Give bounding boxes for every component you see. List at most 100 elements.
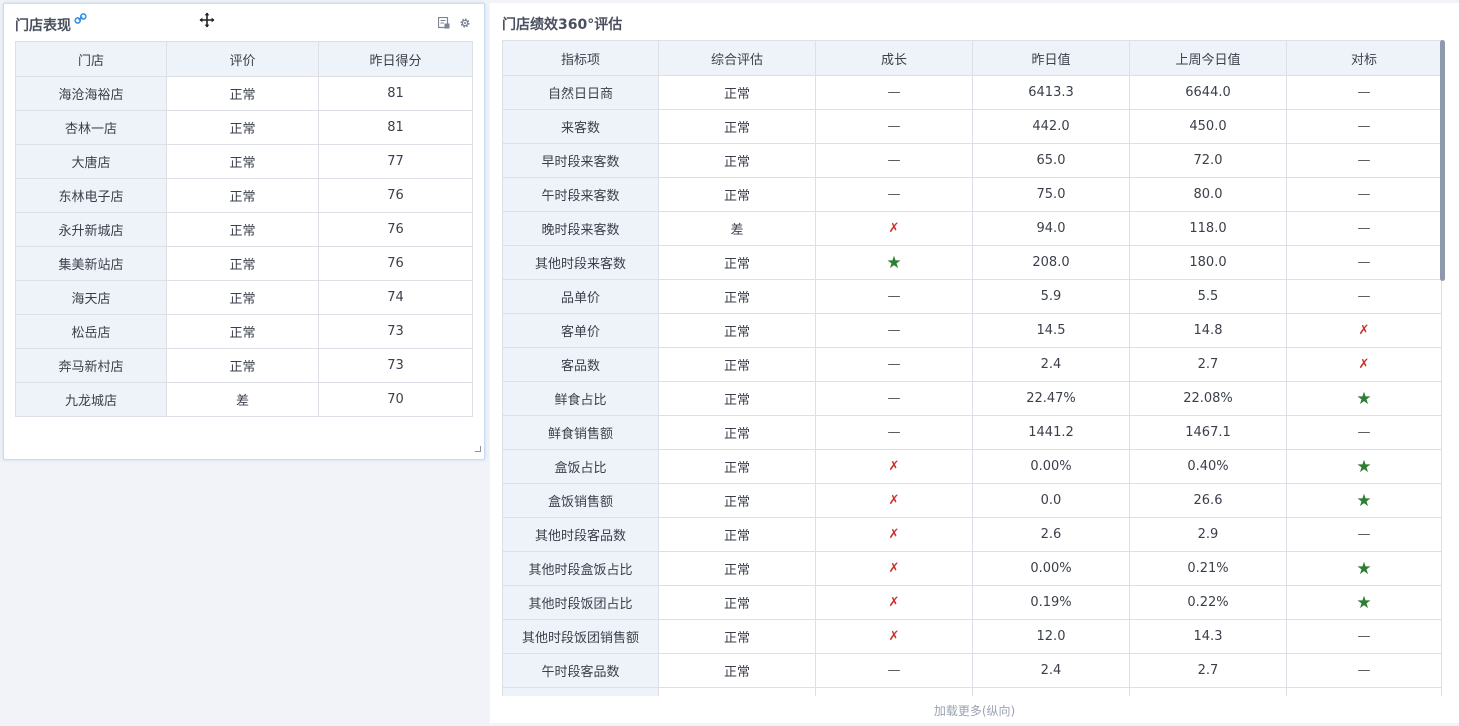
table-cell: ✗ <box>815 449 973 484</box>
table-row[interactable]: 早时段来客数 正常 — 65.0 72.0 — <box>502 143 1442 178</box>
dash-icon: — <box>887 663 901 678</box>
table-cell: 差 <box>166 382 319 417</box>
link-icon[interactable] <box>74 12 87 29</box>
table-row[interactable]: 九龙城店差 70 <box>15 382 473 417</box>
table-cell: ✗ <box>815 483 973 518</box>
table-cell: 72.0 <box>1129 143 1287 178</box>
table-row[interactable]: 客品数 正常 — 2.4 2.7 ✗ <box>502 347 1442 382</box>
table-row[interactable]: 其他时段盒饭占比 正常 ✗ 0.00% 0.21% ★ <box>502 551 1442 586</box>
move-icon[interactable] <box>199 12 215 32</box>
table-cell: ✗ <box>815 517 973 552</box>
table-cell: ✗ <box>1286 313 1442 348</box>
table-cell: 0.22% <box>1129 585 1287 620</box>
column-header[interactable]: 门店 <box>15 41 167 77</box>
export-icon[interactable] <box>437 14 450 33</box>
table-cell: 盒饭销售额 <box>502 483 659 518</box>
resize-icon[interactable] <box>475 437 481 456</box>
table-row[interactable]: 晚时段来客数差 ✗ 94.0 118.0 — <box>502 211 1442 246</box>
vertical-scrollbar[interactable] <box>1440 40 1445 281</box>
table-cell: 94.0 <box>972 211 1130 246</box>
dash-icon: — <box>1357 85 1371 100</box>
table-cell: 午时段来客数 <box>502 177 659 212</box>
table-row[interactable]: 盒饭销售额 正常 ✗ 0.0 26.6 ★ <box>502 483 1442 518</box>
table-cell <box>502 687 659 696</box>
table-cell: — <box>815 177 973 212</box>
table-cell: 客单价 <box>502 313 659 348</box>
dash-icon: — <box>887 323 901 338</box>
table-row[interactable]: 松岳店 正常 73 <box>15 314 473 349</box>
table-cell: 其他时段饭团占比 <box>502 585 659 620</box>
dash-icon: — <box>1357 629 1371 644</box>
table-cell: 正常 <box>658 415 816 450</box>
table-row[interactable]: 杏林一店 正常 81 <box>15 110 473 145</box>
table-cell: 2.9 <box>1129 517 1287 552</box>
table-cell: 14.5 <box>972 313 1130 348</box>
column-header[interactable]: 评价 <box>166 41 319 77</box>
table-row[interactable]: 其他时段饭团占比 正常 ✗ 0.19% 0.22% ★ <box>502 585 1442 620</box>
table-row[interactable]: 来客数 正常 — 442.0 450.0 — <box>502 109 1442 144</box>
table-cell: 集美新站店 <box>15 246 167 281</box>
table-cell: 差 <box>658 211 816 246</box>
store-performance-title: 门店表现 <box>15 18 71 34</box>
table-cell: 442.0 <box>972 109 1130 144</box>
dash-icon: — <box>887 357 901 372</box>
table-cell: 其他时段客品数 <box>502 517 659 552</box>
table-row[interactable]: 大唐店 正常 77 <box>15 144 473 179</box>
cross-icon: ✗ <box>888 493 900 508</box>
table-cell: 22.47% <box>972 381 1130 416</box>
dash-icon: — <box>1357 663 1371 678</box>
column-header[interactable]: 昨日得分 <box>318 41 473 77</box>
table-row[interactable]: 其他时段客品数 正常 ✗ 2.6 2.9 — <box>502 517 1442 552</box>
table-cell: ★ <box>1286 449 1442 484</box>
table-cell: 正常 <box>166 314 319 349</box>
table-row[interactable]: 午时段客品数 正常 — 2.4 2.7 — <box>502 653 1442 688</box>
table-row[interactable]: 盒饭占比 正常 ✗ 0.00% 0.40% ★ <box>502 449 1442 484</box>
table-cell: 2.6 <box>972 517 1130 552</box>
column-header[interactable]: 上周今日值 <box>1129 40 1287 76</box>
column-header[interactable]: 成长 <box>815 40 973 76</box>
table-cell: 正常 <box>658 483 816 518</box>
column-header[interactable]: 昨日值 <box>972 40 1130 76</box>
table-scroll-area[interactable]: 指标项 综合评估 成长 昨日值 上周今日值 对标 自然日日商 正常 — 6413.3 6644.0… <box>502 40 1445 696</box>
table-cell: 208.0 <box>972 245 1130 280</box>
table-cell: 1467.1 <box>1129 415 1287 450</box>
gear-icon[interactable] <box>459 14 471 33</box>
table-row[interactable]: 鲜食占比 正常 — 22.47% 22.08% ★ <box>502 381 1442 416</box>
table-cell: — <box>1286 143 1442 178</box>
table-cell: 22.08% <box>1129 381 1287 416</box>
table-cell: 杏林一店 <box>15 110 167 145</box>
table-row[interactable]: 其他时段饭团销售额 正常 ✗ 12.0 14.3 — <box>502 619 1442 654</box>
table-header: 门店 评价 昨日得分 <box>15 41 473 77</box>
table-row[interactable]: 品单价 正常 — 5.9 5.5 — <box>502 279 1442 314</box>
table-cell: 26.6 <box>1129 483 1287 518</box>
load-more-link[interactable]: 加载更多(纵向) <box>490 702 1459 719</box>
column-header[interactable]: 综合评估 <box>658 40 816 76</box>
star-icon: ★ <box>1356 456 1372 477</box>
column-header[interactable]: 对标 <box>1286 40 1442 76</box>
table-row[interactable]: 奔马新村店 正常 73 <box>15 348 473 383</box>
table-cell <box>972 687 1130 696</box>
table-row[interactable] <box>502 687 1442 696</box>
column-header[interactable]: 指标项 <box>502 40 659 76</box>
table-cell: 6644.0 <box>1129 75 1287 110</box>
table-cell: — <box>1286 415 1442 450</box>
table-cell: 76 <box>318 246 473 281</box>
table-cell: — <box>1286 619 1442 654</box>
table-row[interactable]: 午时段来客数 正常 — 75.0 80.0 — <box>502 177 1442 212</box>
table-row[interactable]: 自然日日商 正常 — 6413.3 6644.0 — <box>502 75 1442 110</box>
table-cell: 正常 <box>166 178 319 213</box>
table-cell: 正常 <box>166 76 319 111</box>
table-row[interactable]: 鲜食销售额 正常 — 1441.2 1467.1 — <box>502 415 1442 450</box>
table-cell: 正常 <box>658 653 816 688</box>
table-row[interactable]: 海天店 正常 74 <box>15 280 473 315</box>
table-row[interactable]: 客单价 正常 — 14.5 14.8 ✗ <box>502 313 1442 348</box>
table-row[interactable]: 东林电子店 正常 76 <box>15 178 473 213</box>
dash-icon: — <box>887 187 901 202</box>
dash-icon: — <box>1357 119 1371 134</box>
table-row[interactable]: 其他时段来客数 正常 ★ 208.0 180.0 — <box>502 245 1442 280</box>
table-row[interactable]: 永升新城店 正常 76 <box>15 212 473 247</box>
table-row[interactable]: 集美新站店 正常 76 <box>15 246 473 281</box>
table-cell: 正常 <box>166 246 319 281</box>
table-row[interactable]: 海沧海裕店 正常 81 <box>15 76 473 111</box>
table-cell: 正常 <box>166 348 319 383</box>
